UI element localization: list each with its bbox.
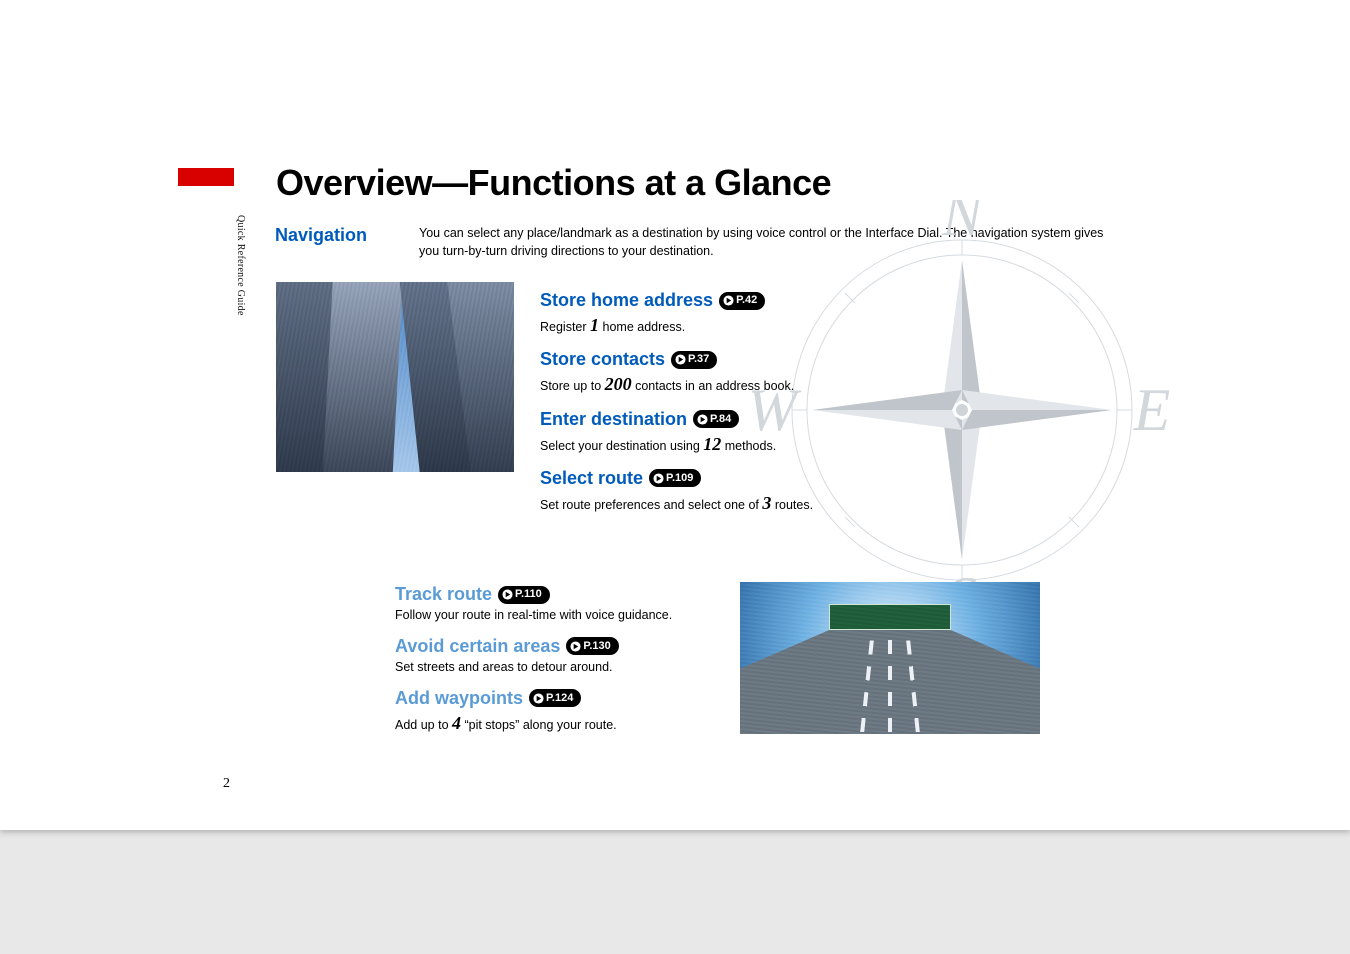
feature-list-top: Store home address P.42 Register 1 home … — [540, 290, 960, 527]
feature-heading: Track route — [395, 584, 492, 605]
feature-select-route: Select route P.109 Set route preferences… — [540, 468, 960, 515]
feature-list-bottom: Track route P.110 Follow your route in r… — [395, 584, 735, 747]
page-ref-label: P.124 — [546, 693, 573, 704]
sidebar-vertical-label: Quick Reference Guide — [235, 215, 246, 316]
feature-store-home-address: Store home address P.42 Register 1 home … — [540, 290, 960, 337]
page-reference-link[interactable]: P.110 — [498, 586, 550, 604]
page-reference-link[interactable]: P.130 — [566, 637, 618, 655]
feature-description: Store up to 200 contacts in an address b… — [540, 372, 960, 396]
feature-add-waypoints: Add waypoints P.124 Add up to 4 “pit sto… — [395, 688, 735, 735]
page-ref-label: P.109 — [666, 473, 693, 484]
feature-heading: Add waypoints — [395, 688, 523, 709]
illustration-highway — [740, 582, 1040, 734]
manual-page: Quick Reference Guide Overview—Functions… — [0, 0, 1350, 830]
feature-enter-destination: Enter destination P.84 Select your desti… — [540, 409, 960, 456]
feature-store-contacts: Store contacts P.37 Store up to 200 cont… — [540, 349, 960, 396]
page-title: Overview—Functions at a Glance — [276, 162, 831, 204]
feature-avoid-areas: Avoid certain areas P.130 Set streets an… — [395, 636, 735, 676]
feature-description: Follow your route in real-time with voic… — [395, 607, 735, 624]
page-ref-label: P.110 — [515, 589, 542, 600]
feature-description: Register 1 home address. — [540, 313, 960, 337]
feature-description: Select your destination using 12 methods… — [540, 432, 960, 456]
illustration-city-buildings — [276, 282, 514, 472]
feature-heading: Avoid certain areas — [395, 636, 560, 657]
viewer-background — [0, 830, 1350, 954]
section-color-tab — [178, 168, 234, 186]
feature-description: Set route preferences and select one of … — [540, 491, 960, 515]
page-reference-link[interactable]: P.84 — [693, 410, 739, 428]
page-ref-label: P.42 — [736, 295, 757, 306]
page-ref-label: P.84 — [710, 414, 731, 425]
feature-heading: Enter destination — [540, 409, 687, 430]
feature-heading: Store home address — [540, 290, 713, 311]
feature-description: Add up to 4 “pit stops” along your route… — [395, 711, 735, 735]
compass-e: E — [1133, 377, 1171, 443]
page-number: 2 — [223, 776, 230, 792]
feature-heading: Store contacts — [540, 349, 665, 370]
section-intro-text: You can select any place/landmark as a d… — [419, 224, 1117, 260]
feature-track-route: Track route P.110 Follow your route in r… — [395, 584, 735, 624]
page-ref-label: P.130 — [583, 641, 610, 652]
page-reference-link[interactable]: P.109 — [649, 469, 701, 487]
section-heading-navigation: Navigation — [275, 225, 367, 246]
page-ref-label: P.37 — [688, 354, 709, 365]
feature-description: Set streets and areas to detour around. — [395, 659, 735, 676]
page-reference-link[interactable]: P.42 — [719, 292, 765, 310]
feature-heading: Select route — [540, 468, 643, 489]
page-reference-link[interactable]: P.124 — [529, 689, 581, 707]
page-reference-link[interactable]: P.37 — [671, 351, 717, 369]
